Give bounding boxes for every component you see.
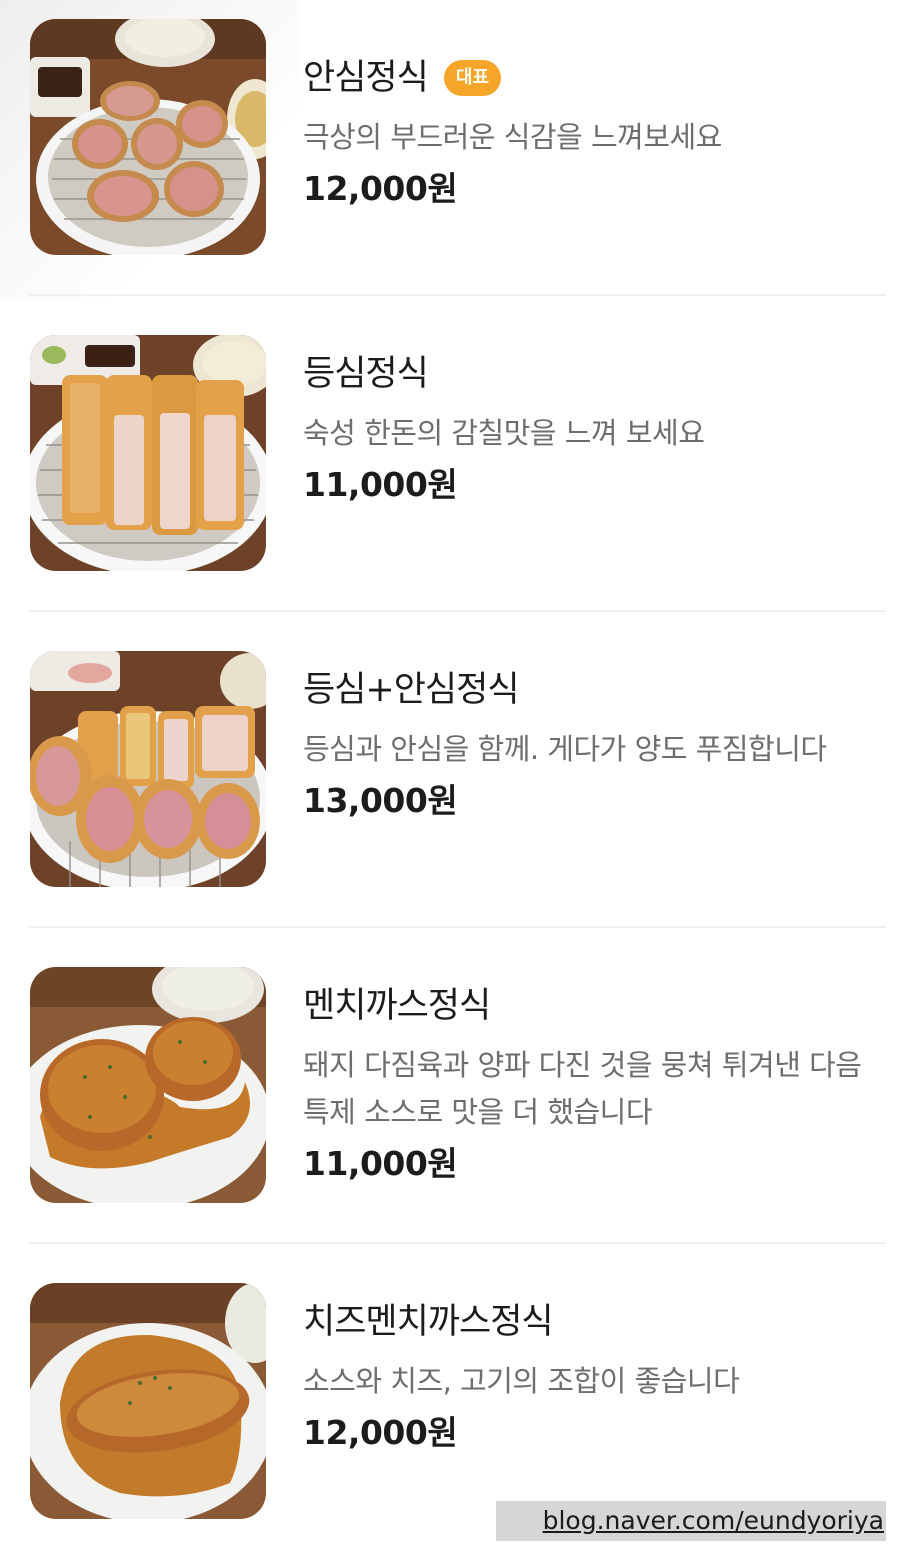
menu-item-info: 치즈멘치까스정식 소스와 치즈, 고기의 조합이 좋습니다 12,000원 — [303, 1300, 880, 1455]
menu-item-info: 등심+안심정식 등심과 안심을 함께. 게다가 양도 푸짐합니다 13,000원 — [303, 668, 880, 823]
menu-item-price: 11,000원 — [303, 1144, 458, 1183]
pork-loin-cutlet-photo — [30, 335, 266, 571]
menu-item-price: 12,000원 — [303, 169, 458, 208]
menu-item-name-row: 치즈멘치까스정식 — [303, 1300, 880, 1344]
menu-item-name: 등심정식 — [303, 354, 429, 394]
menu-list: 안심정식 대표 극상의 부드러운 식감을 느껴보세요 12,000원 등심정식 … — [0, 0, 900, 1560]
menu-item-name-row: 등심정식 — [303, 352, 880, 396]
menu-item-name: 멘치까스정식 — [303, 986, 491, 1026]
menu-item[interactable]: 등심+안심정식 등심과 안심을 함께. 게다가 양도 푸짐합니다 13,000원 — [0, 612, 900, 928]
menu-item-name-row: 멘치까스정식 — [303, 984, 880, 1028]
pork-tenderloin-slices-photo — [30, 19, 266, 255]
menu-item-name: 치즈멘치까스정식 — [303, 1302, 554, 1342]
menu-item-info: 안심정식 대표 극상의 부드러운 식감을 느껴보세요 12,000원 — [303, 56, 880, 211]
menchi-katsu-photo — [30, 967, 266, 1203]
menu-item-description: 등심과 안심을 함께. 게다가 양도 푸짐합니다 — [303, 732, 827, 766]
menu-item[interactable]: 등심정식 숙성 한돈의 감칠맛을 느껴 보세요 11,000원 — [0, 296, 900, 612]
menu-item-price: 13,000원 — [303, 781, 458, 820]
menu-item[interactable]: 멘치까스정식 돼지 다짐육과 양파 다진 것을 뭉쳐 튀겨낸 다음 특제 소스로… — [0, 928, 900, 1244]
menu-item[interactable]: 안심정식 대표 극상의 부드러운 식감을 느껴보세요 12,000원 — [0, 0, 900, 296]
cheese-menchi-katsu-photo — [30, 1283, 266, 1519]
menu-item-name: 안심정식 — [303, 58, 429, 98]
menu-item-description: 극상의 부드러운 식감을 느껴보세요 — [303, 120, 722, 154]
menu-item-price: 12,000원 — [303, 1413, 458, 1452]
menu-item-info: 멘치까스정식 돼지 다짐육과 양파 다진 것을 뭉쳐 튀겨낸 다음 특제 소스로… — [303, 984, 880, 1186]
menu-item-name: 등심+안심정식 — [303, 670, 520, 710]
menu-item-name-row: 등심+안심정식 — [303, 668, 880, 712]
menu-item-name-row: 안심정식 대표 — [303, 56, 880, 100]
blog-watermark: blog.naver.com/eundyoriya — [496, 1501, 886, 1541]
menu-item-info: 등심정식 숙성 한돈의 감칠맛을 느껴 보세요 11,000원 — [303, 352, 880, 507]
menu-item-description: 돼지 다짐육과 양파 다진 것을 뭉쳐 튀겨낸 다음 특제 소스로 맛을 더 했… — [303, 1048, 862, 1129]
signature-badge: 대표 — [443, 60, 501, 96]
menu-item-description: 숙성 한돈의 감칠맛을 느껴 보세요 — [303, 416, 705, 450]
menu-item-description: 소스와 치즈, 고기의 조합이 좋습니다 — [303, 1364, 740, 1398]
mixed-cutlet-photo — [30, 651, 266, 887]
menu-item-price: 11,000원 — [303, 465, 458, 504]
